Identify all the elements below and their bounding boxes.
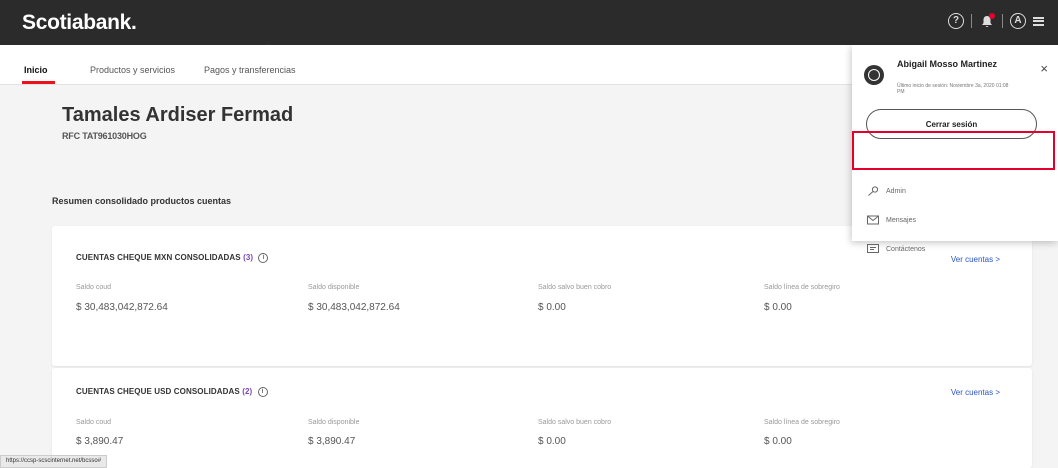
chat-icon — [867, 244, 879, 253]
tab-productos-y-servicios[interactable]: Productos y servicios — [90, 65, 175, 75]
accounts-card-usd: CUENTAS CHEQUE USD CONSOLIDADAS (2) i Ve… — [52, 368, 1032, 468]
status-bar-url: https://ccsp-scscinternet.net/bcsso# — [0, 455, 108, 468]
notification-dot — [989, 13, 995, 19]
available-balance-label: Saldo disponible — [308, 284, 360, 291]
top-bar: Scotiabank. ? A — [0, 0, 1058, 45]
divider — [1002, 14, 1003, 28]
key-icon — [868, 186, 879, 196]
balance-label: Saldo coud — [76, 284, 112, 291]
overdraft-value: $ 0.00 — [764, 436, 792, 447]
menu-item-admin[interactable]: Admin — [867, 186, 906, 196]
hamburger-menu-icon[interactable] — [1033, 16, 1044, 26]
scotiabank-logo[interactable]: Scotiabank. — [22, 11, 137, 35]
card-title: CUENTAS CHEQUE USD CONSOLIDADAS (2) i — [76, 387, 268, 397]
summary-title: Resumen consolidado productos cuentas — [52, 196, 232, 206]
user-avatar — [864, 65, 884, 85]
ver-cuentas-link[interactable]: Ver cuentas > — [951, 255, 1000, 264]
account-count: (2) — [242, 387, 253, 397]
info-icon[interactable]: i — [257, 387, 268, 397]
overdraft-value: $ 0.00 — [764, 302, 792, 313]
tab-pagos-y-transferencias[interactable]: Pagos y transferencias — [204, 65, 296, 75]
account-count: (3) — [243, 253, 254, 263]
available-balance-value: $ 3,890.47 — [308, 436, 356, 447]
overdraft-label: Saldo línea de sobregiro — [764, 419, 840, 426]
user-avatar-icon[interactable]: A — [1010, 13, 1026, 29]
logout-highlight-box — [852, 131, 1055, 170]
close-icon[interactable]: × — [1040, 61, 1048, 76]
pending-balance-label: Saldo salvo buen cobro — [538, 419, 612, 426]
last-session: Último inicio de sesión: Noviembre 3a, 2… — [897, 83, 1009, 95]
menu-item-contactenos[interactable]: Contáctenos — [867, 244, 925, 254]
card-title-text: CUENTAS CHEQUE USD CONSOLIDADAS — [76, 387, 240, 397]
company-name: Tamales Ardiser Fermad — [62, 104, 294, 126]
card-title-text: CUENTAS CHEQUE MXN CONSOLIDADAS — [76, 253, 241, 263]
help-icon[interactable]: ? — [948, 13, 964, 29]
company-rfc: RFC TAT961030HOG — [62, 131, 147, 141]
available-balance-value: $ 30,483,042,872.64 — [308, 302, 400, 313]
tab-inicio[interactable]: Inicio — [24, 65, 48, 75]
envelope-icon — [867, 215, 879, 225]
menu-item-mensajes[interactable]: Mensajes — [867, 215, 916, 225]
pending-balance-value: $ 0.00 — [538, 302, 566, 313]
balance-value: $ 3,890.47 — [76, 436, 124, 447]
pending-balance-label: Saldo salvo buen cobro — [538, 284, 612, 291]
overdraft-label: Saldo línea de sobregiro — [764, 284, 840, 291]
divider — [971, 14, 972, 28]
bell-icon[interactable] — [979, 13, 995, 29]
balance-label: Saldo coud — [76, 419, 112, 426]
active-tab-indicator — [22, 81, 55, 84]
menu-item-label: Contáctenos — [886, 245, 926, 253]
menu-item-label: Mensajes — [886, 216, 916, 224]
balance-value: $ 30,483,042,872.64 — [76, 302, 168, 313]
menu-item-label: Admin — [886, 187, 906, 195]
user-name: Abigail Mosso Martinez — [897, 59, 998, 69]
card-title: CUENTAS CHEQUE MXN CONSOLIDADAS (3) i — [76, 253, 269, 263]
top-icons: ? A — [948, 13, 1044, 29]
info-icon[interactable]: i — [258, 253, 269, 263]
ver-cuentas-link[interactable]: Ver cuentas > — [951, 388, 1000, 397]
pending-balance-value: $ 0.00 — [538, 436, 566, 447]
available-balance-label: Saldo disponible — [308, 419, 360, 426]
